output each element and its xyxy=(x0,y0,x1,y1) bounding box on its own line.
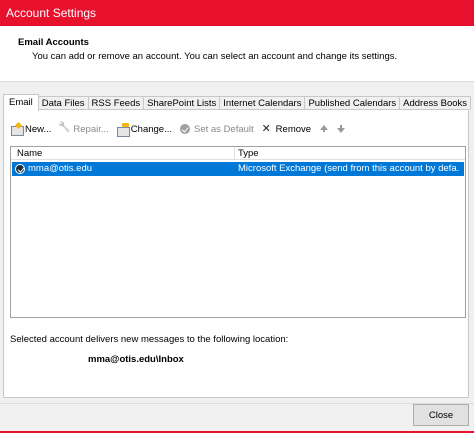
dialog-footer: Close xyxy=(0,403,474,433)
change-icon xyxy=(116,122,130,137)
repair-icon xyxy=(58,123,71,136)
account-row[interactable]: mma@otis.edu Microsoft Exchange (send fr… xyxy=(12,162,464,176)
set-default-button-label: Set as Default xyxy=(194,123,254,135)
tab-internet-calendars[interactable]: Internet Calendars xyxy=(219,96,306,110)
change-button-label: Change... xyxy=(130,123,172,135)
header-title: Email Accounts xyxy=(18,37,89,48)
set-default-button[interactable]: Set as Default xyxy=(179,123,254,136)
tab-published-calendars[interactable]: Published Calendars xyxy=(304,96,401,110)
list-header: Name Type xyxy=(11,147,465,160)
dialog-header: Email Accounts You can add or remove an … xyxy=(0,26,474,81)
column-header-type[interactable]: Type xyxy=(238,148,259,159)
column-divider[interactable] xyxy=(234,147,235,159)
header-description: You can add or remove an account. You ca… xyxy=(32,51,398,62)
move-down-icon[interactable] xyxy=(335,123,347,135)
tab-address-books[interactable]: Address Books xyxy=(399,96,472,110)
new-account-icon xyxy=(10,123,24,136)
tab-sharepoint-lists[interactable]: SharePoint Lists xyxy=(143,96,221,110)
window-title: Account Settings xyxy=(6,6,97,20)
new-button-label: New... xyxy=(25,123,52,135)
dialog-body: Email Data Files RSS Feeds SharePoint Li… xyxy=(0,81,474,403)
remove-button-label: Remove xyxy=(275,123,312,135)
repair-button-label: Repair... xyxy=(73,123,109,135)
account-name: mma@otis.edu xyxy=(28,163,93,174)
tab-strip: Email Data Files RSS Feeds SharePoint Li… xyxy=(3,94,472,111)
default-account-check-icon xyxy=(15,164,25,174)
close-button[interactable]: Close xyxy=(413,404,469,426)
set-default-icon xyxy=(179,123,192,136)
title-bar: Account Settings xyxy=(0,0,474,26)
delivery-description: Selected account delivers new messages t… xyxy=(10,334,289,345)
tab-email[interactable]: Email xyxy=(3,94,39,111)
change-button[interactable]: Change... xyxy=(116,122,172,137)
repair-button[interactable]: Repair... xyxy=(58,123,108,136)
account-list[interactable]: Name Type mma@otis.edu Microsoft Exchang… xyxy=(10,146,466,318)
account-type: Microsoft Exchange (send from this accou… xyxy=(238,163,460,174)
remove-button[interactable]: Remove xyxy=(261,122,312,136)
remove-icon xyxy=(261,122,274,136)
new-button[interactable]: New... xyxy=(10,123,51,136)
move-up-icon[interactable] xyxy=(318,123,330,135)
email-tab-panel: New... Repair... Change... Set as Defaul… xyxy=(3,109,469,398)
tab-data-files[interactable]: Data Files xyxy=(37,96,89,110)
tab-rss-feeds[interactable]: RSS Feeds xyxy=(87,96,145,110)
column-header-name[interactable]: Name xyxy=(17,148,42,159)
delivery-location: mma@otis.edu\Inbox xyxy=(88,354,184,365)
account-toolbar: New... Repair... Change... Set as Defaul… xyxy=(10,121,352,137)
